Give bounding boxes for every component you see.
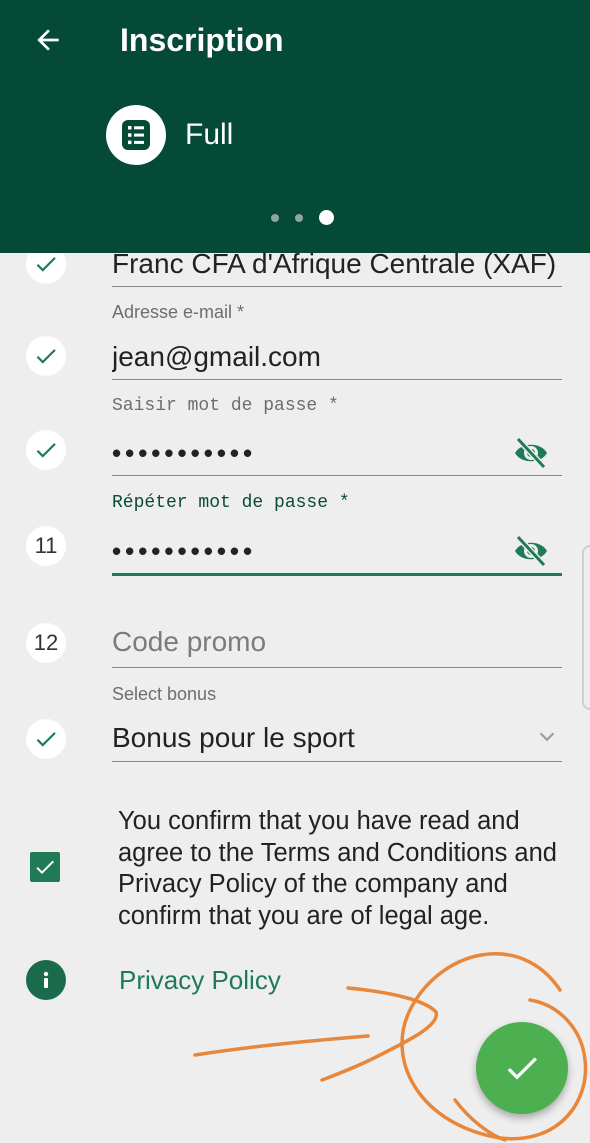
field-underline — [112, 379, 562, 380]
step-indicator-repeat-password: 11 — [26, 526, 66, 566]
step-indicator-promo: 12 — [26, 623, 66, 663]
field-underline — [112, 761, 562, 762]
repeat-password-field[interactable]: ••••••••••• — [112, 526, 562, 578]
promo-code-field[interactable]: Code promo — [112, 620, 562, 670]
step-number: 11 — [34, 533, 58, 558]
info-icon — [26, 960, 66, 1000]
field-underline — [112, 667, 562, 668]
chevron-down-icon[interactable] — [536, 726, 558, 748]
check-icon — [507, 1057, 537, 1080]
field-underline — [112, 286, 562, 287]
field-underline — [112, 475, 562, 476]
page-title: Inscription — [120, 22, 284, 58]
submit-button[interactable] — [476, 1022, 568, 1114]
check-icon — [36, 732, 56, 747]
privacy-policy-link[interactable]: Privacy Policy — [119, 965, 281, 996]
app-header: Inscription Full — [0, 0, 590, 253]
pager-dot-active[interactable] — [318, 210, 334, 225]
pager-dot[interactable] — [294, 213, 303, 222]
arrow-left-icon — [37, 29, 59, 51]
password-label: Saisir mot de passe * — [112, 396, 339, 416]
email-label: Adresse e-mail * — [112, 302, 245, 322]
step-indicator-bonus — [26, 719, 66, 759]
toggle-repeat-password-visibility[interactable] — [512, 534, 550, 568]
repeat-password-value: ••••••••••• — [112, 536, 257, 566]
promo-code-placeholder: Code promo — [112, 626, 267, 657]
list-form-icon — [106, 105, 166, 165]
terms-checkbox[interactable] — [30, 852, 60, 882]
eye-off-icon — [515, 534, 547, 568]
check-icon — [36, 443, 56, 458]
bonus-value: Bonus pour le sport — [112, 722, 355, 753]
email-field[interactable]: jean@gmail.com — [112, 335, 562, 385]
check-icon — [36, 860, 54, 874]
password-field[interactable]: ••••••••••• — [112, 428, 562, 480]
step-number: 12 — [33, 630, 59, 655]
pager-dot[interactable] — [270, 213, 279, 222]
terms-text: You confirm that you have read and agree… — [118, 807, 557, 930]
pager-dots — [0, 210, 590, 225]
field-underline-focused — [112, 573, 562, 576]
bonus-select[interactable]: Bonus pour le sport — [112, 716, 562, 764]
step-indicator-email — [26, 336, 66, 376]
back-button[interactable] — [28, 20, 68, 60]
side-handle — [582, 545, 590, 710]
eye-off-icon — [515, 436, 547, 470]
check-icon — [36, 349, 56, 364]
repeat-password-label: Répéter mot de passe * — [112, 493, 350, 513]
mode-label: Full — [185, 118, 234, 151]
password-value: ••••••••••• — [112, 438, 257, 468]
toggle-password-visibility[interactable] — [512, 436, 550, 470]
bonus-label: Select bonus — [112, 684, 217, 704]
step-indicator-password — [26, 430, 66, 470]
check-icon — [36, 257, 56, 272]
email-value: jean@gmail.com — [112, 341, 321, 372]
